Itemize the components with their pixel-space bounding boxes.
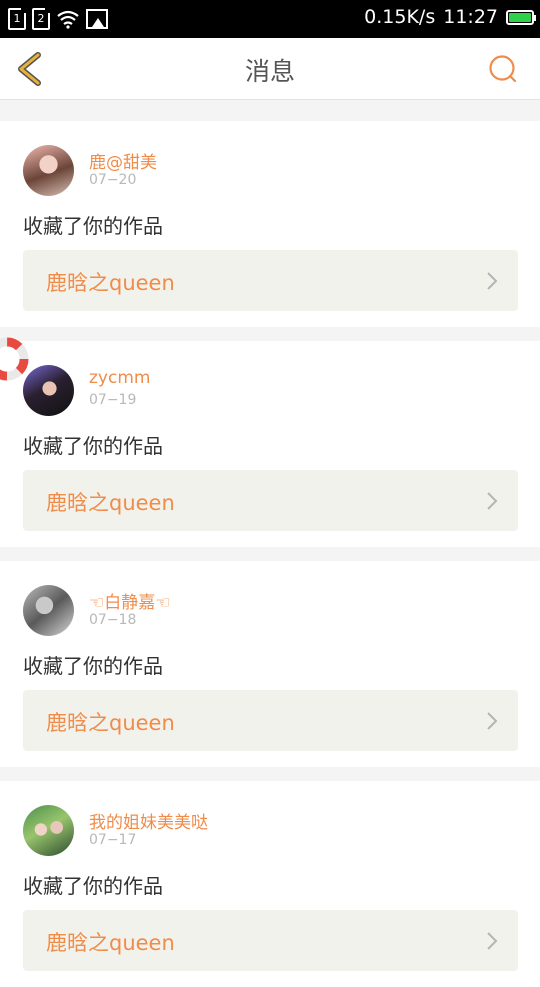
search-icon[interactable] <box>488 54 518 84</box>
status-icons-left: 1 2 <box>8 8 108 30</box>
message-date: 07−18 <box>89 612 137 628</box>
work-title: 鹿晗之queen <box>46 931 175 955</box>
message-date: 07−20 <box>89 172 137 188</box>
username[interactable]: 鹿@甜美 <box>89 148 157 173</box>
network-speed: 0.15K/s <box>364 6 436 28</box>
username[interactable]: ☜白静嘉☜ <box>89 588 170 613</box>
message-card: 我的姐妹美美哒 07−17 收藏了你的作品 鹿晗之queen <box>0 781 540 987</box>
avatar[interactable] <box>23 145 74 196</box>
action-text: 收藏了你的作品 <box>23 214 163 238</box>
username[interactable]: 我的姐妹美美哒 <box>89 808 208 833</box>
action-text: 收藏了你的作品 <box>23 874 163 898</box>
status-bar: 1 2 0.15K/s 11:27 <box>0 0 540 38</box>
message-list: 鹿@甜美 07−20 收藏了你的作品 鹿晗之queen zycmm 07−19 … <box>0 108 540 987</box>
message-date: 07−19 <box>89 392 137 408</box>
work-title: 鹿晗之queen <box>46 711 175 735</box>
battery-icon <box>506 9 536 25</box>
image-notification-icon <box>86 9 108 29</box>
message-card: ☜白静嘉☜ 07−18 收藏了你的作品 鹿晗之queen <box>0 561 540 767</box>
avatar[interactable] <box>23 805 74 856</box>
floating-lifebuoy-icon[interactable] <box>0 336 30 382</box>
sim2-icon: 2 <box>32 8 50 30</box>
work-link[interactable]: 鹿晗之queen <box>23 250 518 311</box>
chevron-right-icon <box>487 272 498 290</box>
username[interactable]: zycmm <box>89 368 150 388</box>
status-icons-right: 0.15K/s 11:27 <box>364 6 536 28</box>
chevron-right-icon <box>487 712 498 730</box>
clock: 11:27 <box>443 6 498 28</box>
chevron-right-icon <box>487 932 498 950</box>
message-date: 07−17 <box>89 832 137 848</box>
page-title: 消息 <box>244 57 295 86</box>
chevron-right-icon <box>487 492 498 510</box>
message-card: 鹿@甜美 07−20 收藏了你的作品 鹿晗之queen <box>0 121 540 327</box>
avatar[interactable] <box>23 585 74 636</box>
work-link[interactable]: 鹿晗之queen <box>23 470 518 531</box>
work-link[interactable]: 鹿晗之queen <box>23 910 518 971</box>
work-link[interactable]: 鹿晗之queen <box>23 690 518 751</box>
action-text: 收藏了你的作品 <box>23 654 163 678</box>
app-header: 消息 <box>0 38 540 100</box>
sim1-icon: 1 <box>8 8 26 30</box>
work-title: 鹿晗之queen <box>46 491 175 515</box>
action-text: 收藏了你的作品 <box>23 434 163 458</box>
wifi-icon <box>57 10 79 29</box>
work-title: 鹿晗之queen <box>46 271 175 295</box>
avatar[interactable] <box>23 365 74 416</box>
message-card: zycmm 07−19 收藏了你的作品 鹿晗之queen <box>0 341 540 547</box>
